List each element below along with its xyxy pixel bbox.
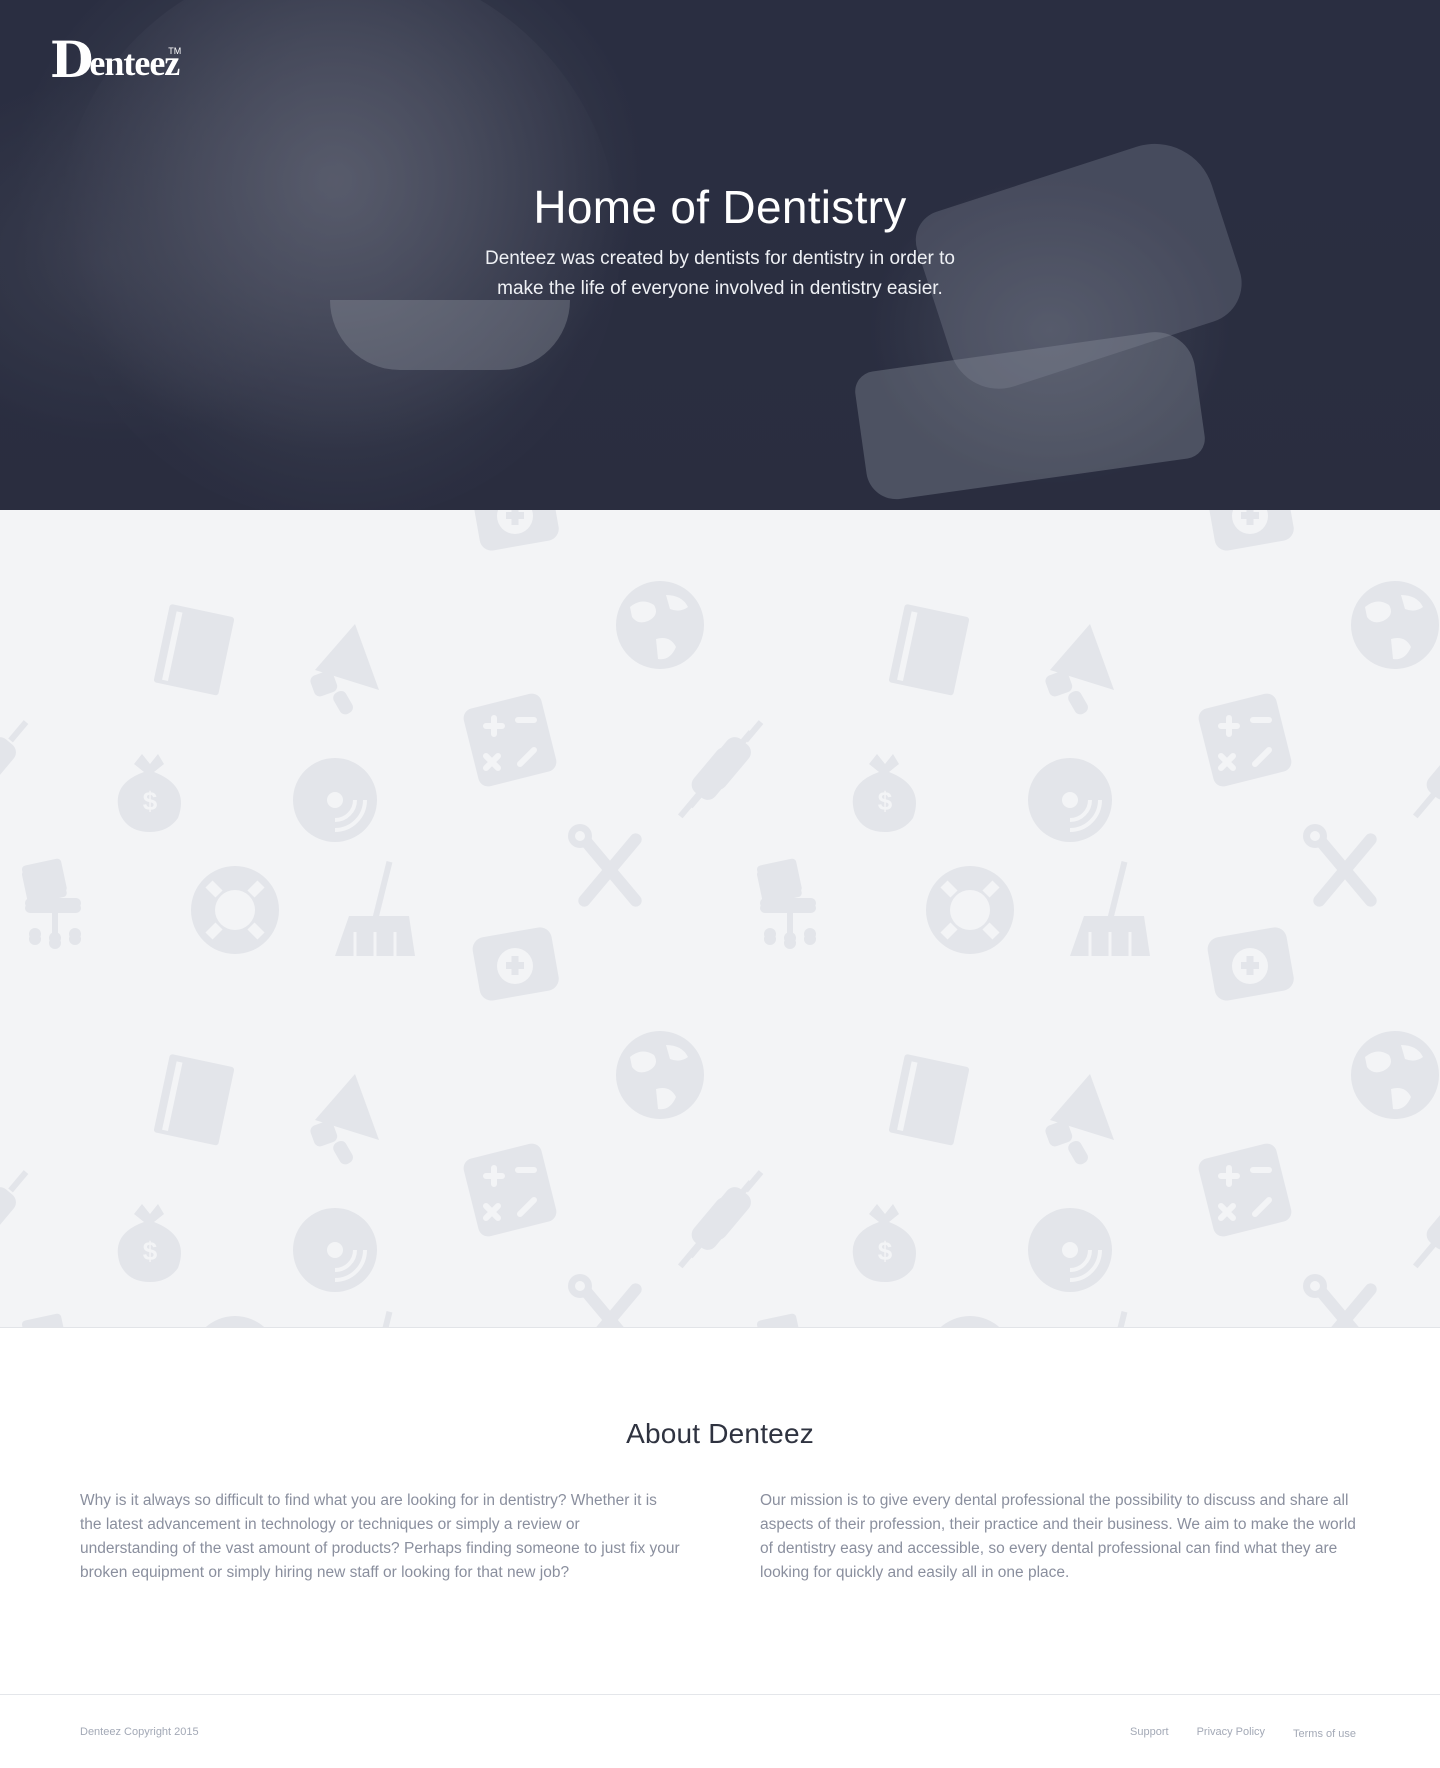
- tools-icon: [568, 824, 642, 907]
- lifebuoy-icon: [191, 866, 279, 954]
- about-paragraph-right: Our mission is to give every dental prof…: [760, 1492, 1356, 1581]
- syringe-icon: [0, 720, 29, 790]
- money-bag-icon: $: [852, 1204, 916, 1282]
- megaphone-icon: [310, 1074, 379, 1165]
- logo-wordmark: enteez: [89, 43, 180, 83]
- medical-kit-icon: [472, 927, 559, 1001]
- globe-icon: [1351, 1031, 1439, 1119]
- hero-title: Home of Dentistry: [533, 181, 907, 233]
- syringe-icon: [687, 720, 764, 809]
- icon-pattern: $ $ $ $: [0, 510, 1440, 1327]
- tools-icon: [568, 1274, 642, 1327]
- office-chair-icon: [21, 858, 81, 944]
- copyright-text: Denteez Copyright 2015: [80, 1726, 199, 1738]
- money-bag-icon: $: [852, 754, 916, 832]
- logo-trademark: TM: [168, 46, 182, 56]
- tools-icon: [1303, 824, 1377, 907]
- syringe-icon: [1412, 747, 1440, 819]
- calculator-icon: [463, 1143, 557, 1237]
- lifebuoy-icon: [205, 1316, 265, 1327]
- disc-icon: [293, 1208, 377, 1292]
- icon-pattern-section: $ $ $ $: [0, 510, 1440, 1328]
- calculator-icon: [1198, 693, 1292, 787]
- money-bag-icon: $: [117, 1204, 181, 1282]
- book-icon: [153, 1054, 235, 1146]
- megaphone-icon: [1045, 624, 1114, 715]
- book-icon: [888, 604, 970, 696]
- footer-link-privacy-policy[interactable]: Privacy Policy: [1197, 1726, 1265, 1738]
- syringe-icon: [1412, 1197, 1440, 1269]
- broom-icon: [1107, 1311, 1128, 1327]
- office-chair-icon: [21, 1313, 67, 1327]
- footer-links: Support Privacy Policy Terms of use: [1130, 1726, 1356, 1740]
- svg-text:$: $: [878, 786, 893, 816]
- hero-banner: D enteez TM Home of Dentistry Denteez wa…: [0, 0, 1440, 510]
- denteez-logo[interactable]: D enteez TM: [50, 30, 182, 89]
- globe-icon: [616, 1031, 704, 1119]
- medical-kit-icon: [1207, 927, 1294, 1001]
- about-title: About Denteez: [626, 1418, 814, 1449]
- syringe-icon: [687, 1170, 764, 1259]
- disc-icon: [1028, 758, 1112, 842]
- globe-icon: [616, 581, 704, 669]
- logo-initial: D: [50, 30, 94, 89]
- footer-link-terms-of-use[interactable]: Terms of use: [1293, 1728, 1356, 1740]
- footer-link-support[interactable]: Support: [1130, 1726, 1169, 1738]
- calculator-icon: [463, 693, 557, 787]
- office-chair-icon: [756, 858, 816, 944]
- broom-icon: [335, 861, 415, 956]
- globe-icon: [1351, 581, 1439, 669]
- book-icon: [153, 604, 235, 696]
- syringe-icon: [0, 1170, 29, 1240]
- svg-text:$: $: [143, 1236, 158, 1266]
- money-bag-icon: $: [117, 754, 181, 832]
- broom-icon: [1070, 861, 1150, 956]
- tools-icon: [1303, 1274, 1377, 1327]
- calculator-icon: [1198, 1143, 1292, 1237]
- about-paragraph-left: Why is it always so difficult to find wh…: [80, 1492, 680, 1581]
- medical-kit-icon: [1207, 510, 1294, 551]
- disc-icon: [1028, 1208, 1112, 1292]
- footer-divider: [0, 1694, 1440, 1695]
- megaphone-icon: [310, 624, 379, 715]
- disc-icon: [293, 758, 377, 842]
- hero-subtitle: Denteez was created by dentists for dent…: [485, 248, 955, 299]
- medical-kit-icon: [472, 510, 559, 551]
- lifebuoy-icon: [926, 866, 1014, 954]
- book-icon: [888, 1054, 970, 1146]
- svg-text:$: $: [878, 1236, 893, 1266]
- megaphone-icon: [1045, 1074, 1114, 1165]
- lifebuoy-icon: [940, 1316, 1000, 1327]
- broom-icon: [372, 1311, 393, 1327]
- svg-text:$: $: [143, 786, 158, 816]
- office-chair-icon: [756, 1313, 802, 1327]
